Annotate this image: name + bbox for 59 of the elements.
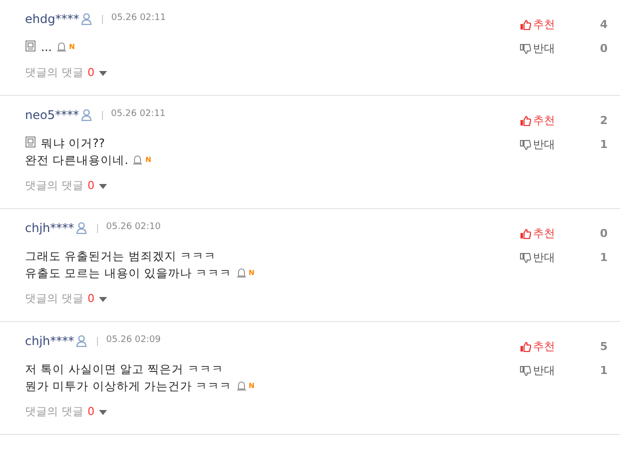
- vote-count: 4: [600, 16, 608, 33]
- vote-count: 2: [600, 112, 608, 129]
- thumbs-down-icon: [520, 140, 531, 150]
- timestamp: 05.26 02:11: [111, 12, 166, 26]
- report-icon[interactable]: [236, 267, 247, 278]
- report-icon[interactable]: [132, 154, 144, 165]
- comment-text: 뭔가 미투가 이상하게 가는건가 ㅋㅋㅋ: [25, 379, 232, 393]
- caret-icon: [98, 70, 106, 76]
- caret-icon: [98, 410, 106, 415]
- reply-toggle[interactable]: 댓글의 댓글 0: [25, 404, 106, 420]
- username[interactable]: ehdg****: [25, 10, 80, 28]
- reply-toggle[interactable]: 댓글의 댓글 0: [25, 65, 106, 82]
- downvote-button[interactable]: 반대: [520, 362, 600, 380]
- thumbs-up-icon: [520, 20, 531, 30]
- downvote-button[interactable]: 반대: [520, 40, 600, 58]
- comment-text: 그래도 유출된거는 범죄겠지 ㅋㅋㅋ: [25, 249, 216, 263]
- timestamp: 05.26 02:10: [106, 221, 161, 234]
- user-icon: [81, 13, 92, 25]
- timestamp: 05.26 02:11: [110, 108, 166, 122]
- new-label: N: [248, 269, 254, 277]
- vote-count: 5: [600, 338, 608, 355]
- comment-text: 저 톡이 사실이면 알고 찍은거 ㅋㅋㅋ: [25, 362, 224, 376]
- reply-toggle[interactable]: 댓글의 댓글 0: [25, 178, 106, 194]
- report-icon[interactable]: [236, 380, 247, 391]
- reply-toggle[interactable]: 댓글의 댓글 0: [25, 291, 106, 308]
- user-icon: [76, 222, 88, 234]
- username[interactable]: chjh****: [25, 332, 74, 350]
- upvote-button[interactable]: 추천: [520, 226, 600, 242]
- username[interactable]: chjh****: [25, 219, 74, 237]
- thumbs-down-icon: [520, 366, 531, 376]
- thumbs-down-icon: [520, 253, 531, 263]
- new-label: N: [248, 382, 254, 390]
- report-icon[interactable]: [56, 41, 67, 52]
- vote-count: 1: [600, 362, 608, 379]
- vote-count: 0: [600, 40, 608, 57]
- vote-count: 1: [600, 136, 608, 153]
- thumbs-up-icon: [520, 116, 531, 126]
- new-label: N: [145, 156, 152, 164]
- username[interactable]: neo5****: [25, 106, 79, 124]
- user-icon: [80, 109, 92, 121]
- thumbs-up-icon: [520, 342, 531, 352]
- upvote-button[interactable]: 추천: [520, 16, 600, 34]
- comment-text: 뭐냐 이거??: [41, 136, 105, 150]
- caret-icon: [98, 184, 106, 189]
- downvote-button[interactable]: 반대: [520, 250, 600, 266]
- comment-text: ...: [41, 40, 52, 54]
- downvote-button[interactable]: 반대: [520, 136, 600, 154]
- upvote-button[interactable]: 추천: [520, 338, 600, 356]
- comment-text: 완전 다른내용이네.: [25, 153, 128, 167]
- vote-count: 0: [600, 226, 608, 242]
- comment-text: 유출도 모르는 내용이 있을까나 ㅋㅋㅋ: [25, 266, 232, 280]
- new-label: N: [68, 43, 75, 51]
- upvote-button[interactable]: 추천: [520, 112, 600, 130]
- caret-icon: [98, 296, 106, 302]
- vote-count: 1: [600, 250, 608, 266]
- thumbs-up-icon: [520, 229, 531, 239]
- user-icon: [76, 335, 88, 347]
- thumbs-down-icon: [520, 44, 531, 54]
- timestamp: 05.26 02:09: [106, 334, 161, 348]
